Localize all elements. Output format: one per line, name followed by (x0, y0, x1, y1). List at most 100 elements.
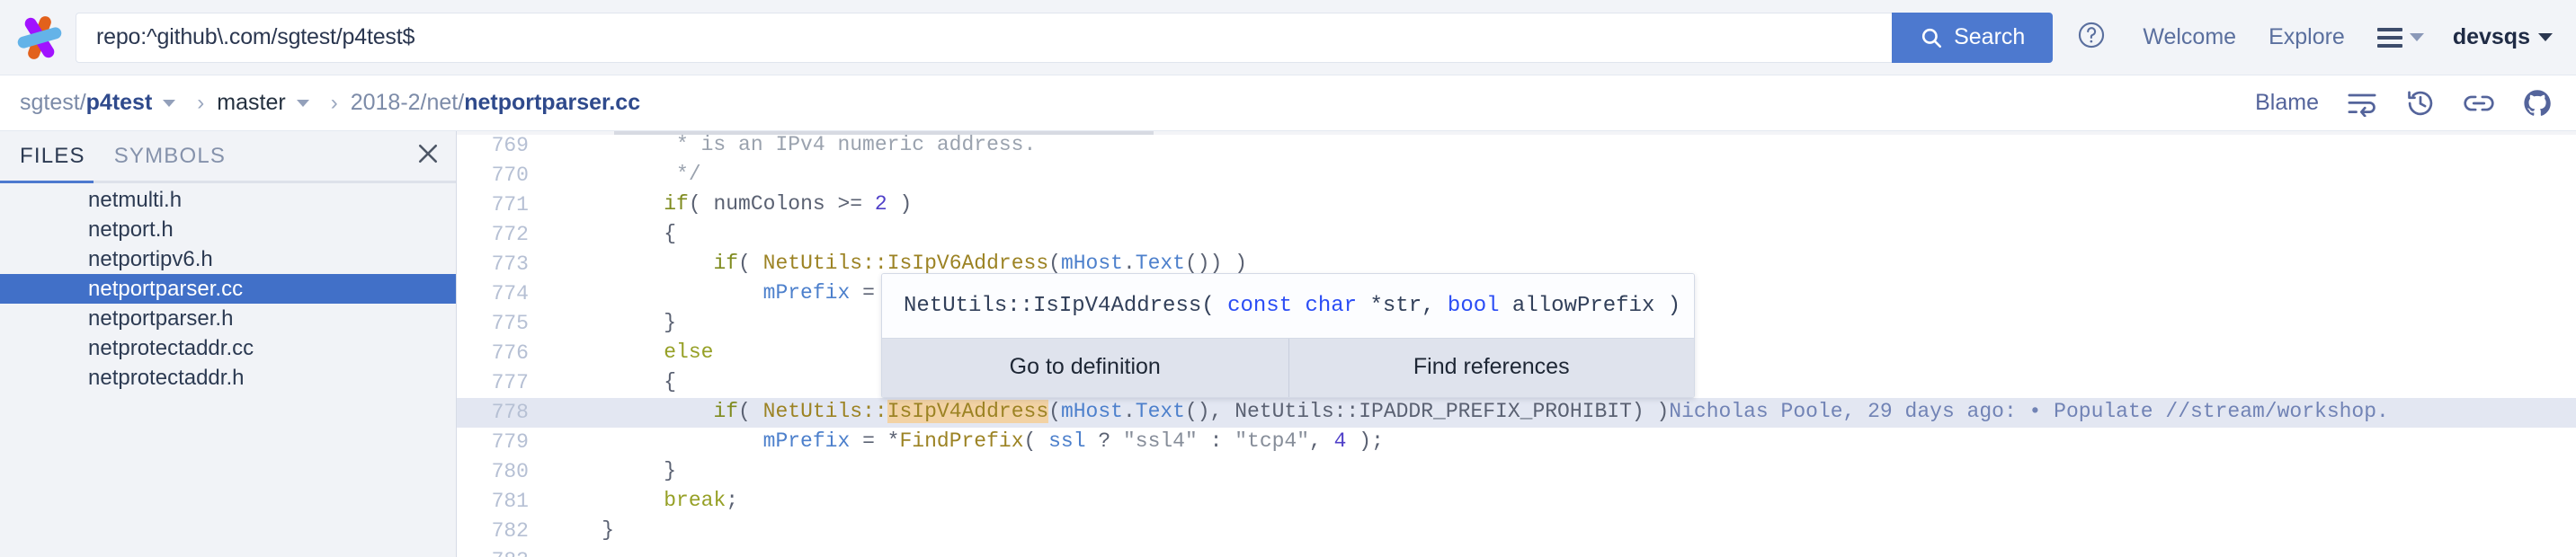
breadcrumb-file-name: netportparser.cc (464, 90, 641, 115)
repo-chevron-down-icon[interactable] (163, 99, 176, 107)
function-token[interactable]: IsIpV6Address (887, 252, 1048, 275)
code-row: 782 } (457, 517, 2576, 546)
find-references-button[interactable]: Find references (1288, 339, 1695, 397)
keyword-token: if (713, 400, 739, 423)
breadcrumb-dir-2[interactable]: net/ (427, 90, 465, 116)
breadcrumb-revision[interactable]: master (217, 90, 285, 116)
namespace-token[interactable]: NetUtils:: (763, 400, 887, 423)
code-token: { (552, 370, 677, 393)
go-to-definition-button[interactable]: Go to definition (882, 339, 1288, 397)
comment-token: * is an IPv4 numeric address. (552, 133, 1037, 156)
variable-token[interactable]: mHost (1061, 252, 1123, 275)
tab-files[interactable]: FILES (5, 131, 100, 169)
hovered-symbol-token[interactable]: IsIpV4Address (887, 400, 1049, 423)
search-input[interactable]: repo:^github\.com/sgtest/p4test$ (76, 12, 1893, 63)
horizontal-scrollbar[interactable] (457, 131, 2576, 135)
hover-popover: NetUtils::IsIpV4Address( const char *str… (881, 273, 1695, 398)
breadcrumb-repo-name[interactable]: p4test (86, 90, 153, 116)
function-token[interactable]: Text (1136, 252, 1185, 275)
code-token: . (1122, 252, 1136, 275)
close-x-icon (414, 144, 441, 171)
constant-token[interactable]: NetUtils::IPADDR_PREFIX_PROHIBIT (1235, 400, 1632, 423)
code-row: 783 (457, 546, 2576, 557)
breadcrumb-separator-2: › (330, 90, 338, 115)
variable-token[interactable]: mHost (1061, 400, 1123, 423)
nav-link-welcome[interactable]: Welcome (2126, 24, 2252, 50)
variable-token[interactable]: ssl (1048, 429, 1085, 453)
line-number[interactable]: 779 (457, 428, 552, 457)
link-icon[interactable] (2463, 90, 2495, 117)
keyword-token: break (664, 489, 726, 512)
list-item[interactable]: netportipv6.h (0, 244, 456, 274)
breadcrumb: sgtest/p4test › master › 2018-2/net/netp… (20, 90, 640, 116)
variable-token[interactable]: mPrefix (763, 281, 851, 305)
list-item[interactable]: netprotectaddr.h (0, 363, 456, 393)
tab-symbols[interactable]: SYMBOLS (100, 131, 240, 169)
code-token: } (552, 518, 615, 542)
code-token: ( numColons >= (688, 192, 875, 216)
code-token: { (552, 222, 677, 245)
sidebar-tabs: FILES SYMBOLS (0, 131, 456, 183)
line-number[interactable]: 775 (457, 309, 552, 339)
popover-actions: Go to definition Find references (882, 338, 1694, 397)
revision-chevron-down-icon[interactable] (296, 99, 309, 107)
signature-keyword: const char (1227, 294, 1358, 318)
nav-link-explore[interactable]: Explore (2252, 24, 2361, 50)
close-sidebar-button[interactable] (414, 131, 441, 172)
search-button[interactable]: Search (1892, 12, 2054, 63)
code-token: ( (738, 400, 763, 423)
line-number[interactable]: 777 (457, 368, 552, 398)
list-item[interactable]: netmulti.h (0, 185, 456, 215)
user-menu-button[interactable]: devsqs (2453, 24, 2553, 50)
code-row: 771 if( numColons >= 2 ) (457, 190, 2576, 220)
line-number[interactable]: 773 (457, 250, 552, 279)
list-item[interactable]: netport.h (0, 215, 456, 244)
code-line: break; (552, 487, 2576, 517)
help-button[interactable] (2076, 20, 2107, 55)
main-menu-button[interactable] (2361, 27, 2437, 48)
number-token: 4 (1333, 429, 1347, 453)
breadcrumb-repo-owner[interactable]: sgtest/ (20, 90, 86, 116)
code-token: (), (1184, 400, 1235, 423)
code-line: if( NetUtils::IsIpV4Address(mHost.Text()… (552, 398, 2576, 428)
line-number[interactable]: 769 (457, 131, 552, 161)
line-number[interactable]: 771 (457, 190, 552, 220)
variable-token[interactable]: mPrefix (763, 429, 851, 453)
list-item[interactable]: netportparser.h (0, 304, 456, 333)
file-list: netmulti.h netport.h netportipv6.h netpo… (0, 183, 456, 557)
code-row-highlighted: 778 if( NetUtils::IsIpV4Address(mHost.Te… (457, 398, 2576, 428)
sourcegraph-logo-icon[interactable] (14, 13, 65, 63)
code-token: ( (1023, 429, 1049, 453)
github-icon[interactable] (2522, 88, 2553, 119)
breadcrumb-dir-1[interactable]: 2018-2/ (351, 90, 427, 116)
search-button-label: Search (1954, 24, 2026, 49)
line-number[interactable]: 781 (457, 487, 552, 517)
line-number[interactable]: 774 (457, 279, 552, 309)
line-number[interactable]: 778 (457, 398, 552, 428)
line-number[interactable]: 780 (457, 457, 552, 487)
blame-toggle-button[interactable]: Blame (2255, 90, 2319, 116)
namespace-token[interactable]: NetUtils:: (763, 252, 887, 275)
blame-annotation[interactable]: Nicholas Poole, 29 days ago: • Populate … (1669, 400, 2389, 423)
line-number[interactable]: 782 (457, 517, 552, 546)
breadcrumb-separator: › (197, 90, 205, 115)
line-number[interactable]: 783 (457, 546, 552, 557)
file-sidebar: FILES SYMBOLS netmulti.h netport.h netpo… (0, 131, 457, 557)
top-navigation-bar: repo:^github\.com/sgtest/p4test$ Search … (0, 0, 2576, 75)
line-number[interactable]: 772 (457, 220, 552, 250)
code-viewer: 769 * is an IPv4 numeric address. 770 */… (457, 131, 2576, 557)
line-number[interactable]: 770 (457, 161, 552, 190)
code-token: ( (738, 252, 763, 275)
code-line: if( numColons >= 2 ) (552, 190, 2576, 220)
line-number[interactable]: 776 (457, 339, 552, 368)
history-clock-icon[interactable] (2405, 88, 2436, 119)
list-item[interactable]: netprotectaddr.cc (0, 333, 456, 363)
wrap-lines-icon[interactable] (2346, 90, 2378, 117)
list-item-selected[interactable]: netportparser.cc (0, 274, 456, 304)
function-token[interactable]: Text (1136, 400, 1185, 423)
main-content: FILES SYMBOLS netmulti.h netport.h netpo… (0, 131, 2576, 557)
function-token[interactable]: FindPrefix (899, 429, 1023, 453)
tab-underline (0, 181, 456, 183)
code-token: = * (850, 429, 900, 453)
code-token: . (1122, 400, 1136, 423)
